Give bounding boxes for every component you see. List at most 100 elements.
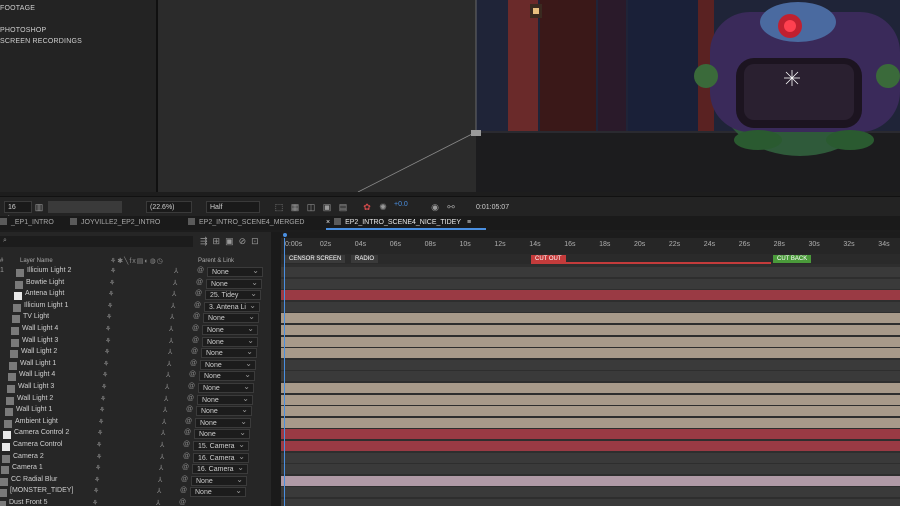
effect-switch-icon[interactable]: ⅄ xyxy=(164,395,168,403)
shy-icon[interactable]: ⚘ xyxy=(92,499,98,506)
layer-name[interactable]: [MONSTER_TIDEY] xyxy=(10,487,73,494)
timeline-panel[interactable]: 0:00s 02s 04s 06s 08s 10s 12s 14s 16s 18s 20s 22s 24… xyxy=(281,232,900,506)
layer-duration-bar[interactable] xyxy=(281,278,900,289)
layer-duration-bar[interactable] xyxy=(281,417,900,428)
marker-cut-back[interactable]: CUT BACK xyxy=(773,255,812,263)
pick-whip-icon[interactable]: @ xyxy=(195,290,202,297)
transparency-grid-icon[interactable]: ▦ xyxy=(290,202,300,212)
layer-duration-bar[interactable] xyxy=(281,406,900,417)
playhead-handle[interactable] xyxy=(283,233,287,237)
effect-switch-icon[interactable]: ⅄ xyxy=(165,383,169,391)
project-item-photoshop[interactable]: PHOTOSHOP xyxy=(0,27,46,34)
marker-radio[interactable]: RADIO xyxy=(351,255,379,263)
pick-whip-icon[interactable]: @ xyxy=(181,476,188,483)
pick-whip-icon[interactable]: @ xyxy=(192,325,199,332)
parent-dropdown[interactable]: None xyxy=(203,312,259,324)
layer-name[interactable]: Illicium Light 1 xyxy=(24,302,68,309)
parent-dropdown[interactable]: None xyxy=(198,382,254,393)
layer-duration-bar[interactable] xyxy=(281,383,900,393)
pick-whip-icon[interactable]: @ xyxy=(180,487,187,494)
parent-dropdown[interactable]: 16. Camera xyxy=(192,463,248,475)
shy-icon[interactable]: ⚘ xyxy=(110,267,116,275)
exposure-reset-icon[interactable]: ✺ xyxy=(378,202,388,212)
effect-switch-icon[interactable]: ⅄ xyxy=(160,441,164,449)
pick-whip-icon[interactable]: @ xyxy=(193,313,200,320)
effect-switch-icon[interactable]: ⅄ xyxy=(167,360,171,368)
parent-dropdown[interactable]: None xyxy=(202,324,258,335)
parent-dropdown[interactable]: None xyxy=(207,266,263,277)
parent-dropdown[interactable]: None xyxy=(201,347,257,359)
shy-icon[interactable]: ⚘ xyxy=(99,406,105,414)
layer-name[interactable]: Ambient Light xyxy=(15,418,58,425)
effect-switch-icon[interactable]: ⅄ xyxy=(159,464,163,472)
effect-switch-icon[interactable]: ⅄ xyxy=(160,453,164,461)
layer-row[interactable]: Illicium Light 1 ⚘ ⅄ @3. Antena Li xyxy=(0,301,271,313)
parent-dropdown[interactable]: None xyxy=(199,370,255,382)
layer-name[interactable]: Wall Light 3 xyxy=(22,337,58,344)
shy-icon[interactable]: ⚘ xyxy=(109,279,115,287)
effect-switch-icon[interactable]: ⅄ xyxy=(163,406,167,414)
pick-whip-icon[interactable]: @ xyxy=(187,395,194,402)
layer-name[interactable]: Antena Light xyxy=(25,290,64,297)
shy-icon[interactable]: ⚘ xyxy=(107,302,113,310)
effect-switch-icon[interactable]: ⅄ xyxy=(173,279,177,287)
pick-whip-icon[interactable]: @ xyxy=(191,348,198,355)
show-snapshot-icon[interactable]: ⚯ xyxy=(446,202,456,212)
layer-duration-bar[interactable] xyxy=(281,429,900,440)
pick-whip-icon[interactable]: @ xyxy=(184,429,191,436)
layer-duration-bar[interactable] xyxy=(281,441,900,451)
layer-row[interactable]: Antena Light ⚘ ⅄ @25. Tidey xyxy=(0,289,271,301)
effect-switch-icon[interactable]: ⅄ xyxy=(156,499,160,506)
project-item-footage[interactable]: FOOTAGE xyxy=(0,5,35,12)
effect-switch-icon[interactable]: ⅄ xyxy=(169,325,173,333)
pick-whip-icon[interactable]: @ xyxy=(194,302,201,309)
parent-dropdown[interactable]: 25. Tidey xyxy=(205,289,261,301)
camera-view-icon[interactable]: ▤ xyxy=(338,202,348,212)
time-ruler[interactable] xyxy=(281,238,900,254)
layer-row[interactable]: Wall Light 1 ⚘ ⅄ @ None xyxy=(0,359,271,371)
layer-row[interactable]: Wall Light 2 ⚘ ⅄ @ None xyxy=(0,394,271,406)
effect-switch-icon[interactable]: ⅄ xyxy=(169,337,173,345)
pick-whip-icon[interactable]: @ xyxy=(183,453,190,460)
pick-whip-icon[interactable]: @ xyxy=(185,418,192,425)
shy-icon[interactable]: ⚘ xyxy=(100,395,106,403)
layer-name[interactable]: Bowtie Light xyxy=(26,279,64,286)
shy-icon[interactable]: ⚘ xyxy=(101,383,107,391)
parent-dropdown[interactable]: None xyxy=(191,475,247,486)
shy-icon[interactable]: ⚘ xyxy=(106,313,112,321)
mask-visibility-icon[interactable]: ◫ xyxy=(306,202,316,212)
effect-switch-icon[interactable]: ⅄ xyxy=(158,476,162,484)
parent-dropdown[interactable]: None xyxy=(200,359,256,370)
tab-ep2-intro-scene4-nice-tidey[interactable]: × EP2_INTRO_SCENE4_NICE_TIDEY ≡ xyxy=(326,218,471,226)
layer-duration-bar[interactable] xyxy=(281,336,900,347)
tab-ep1-intro[interactable]: _EP1_INTRO xyxy=(0,218,54,226)
pick-whip-icon[interactable]: @ xyxy=(186,406,193,413)
layer-row[interactable]: Camera 1 ⚘ ⅄ @16. Camera xyxy=(0,463,271,475)
current-timecode[interactable]: 0:01:05:07 xyxy=(472,201,520,213)
marker-censor-screen[interactable]: CENSOR SCREEN xyxy=(285,255,346,263)
effect-switch-icon[interactable]: ⅄ xyxy=(162,418,166,426)
shy-icon[interactable]: ⚘ xyxy=(105,325,111,333)
pick-whip-icon[interactable]: @ xyxy=(179,499,186,506)
layer-duration-bar[interactable] xyxy=(281,464,900,475)
effect-switch-icon[interactable]: ⅄ xyxy=(168,348,172,356)
layer-duration-bar[interactable] xyxy=(281,475,900,486)
project-search-bar[interactable] xyxy=(48,201,122,213)
layer-duration-bar[interactable] xyxy=(281,348,900,359)
3d-view-icon[interactable]: ▣ xyxy=(322,202,332,212)
bit-depth-button[interactable]: 16 bpc xyxy=(4,201,32,223)
effect-switch-icon[interactable]: ⅄ xyxy=(172,290,176,298)
shy-icon[interactable]: ⚘ xyxy=(102,371,108,379)
shy-icon[interactable]: ⚘ xyxy=(96,453,102,461)
layer-row[interactable]: 1 Illicium Light 2 ⚘ ⅄ @ None xyxy=(0,266,271,278)
layer-name[interactable]: Dust Front 5 xyxy=(9,499,48,506)
shy-icon[interactable]: ⚘ xyxy=(108,290,114,298)
tab-joyville2-ep2-intro[interactable]: JOYVILLE2_EP2_INTRO xyxy=(70,218,160,226)
zoom-dropdown[interactable]: (22.6%) xyxy=(146,201,192,213)
layer-name[interactable]: Wall Light 2 xyxy=(17,395,53,402)
color-channel-icon[interactable]: ✿ xyxy=(362,202,372,212)
layer-row[interactable]: CC Radial Blur ⚘ ⅄ @ None xyxy=(0,475,271,487)
region-of-interest-icon[interactable]: ⬚ xyxy=(274,202,284,212)
tab-ep2-intro-scene4-merged[interactable]: EP2_INTRO_SCENE4_MERGED xyxy=(188,218,304,226)
layer-row[interactable]: Wall Light 3 ⚘ ⅄ @ None xyxy=(0,336,271,348)
